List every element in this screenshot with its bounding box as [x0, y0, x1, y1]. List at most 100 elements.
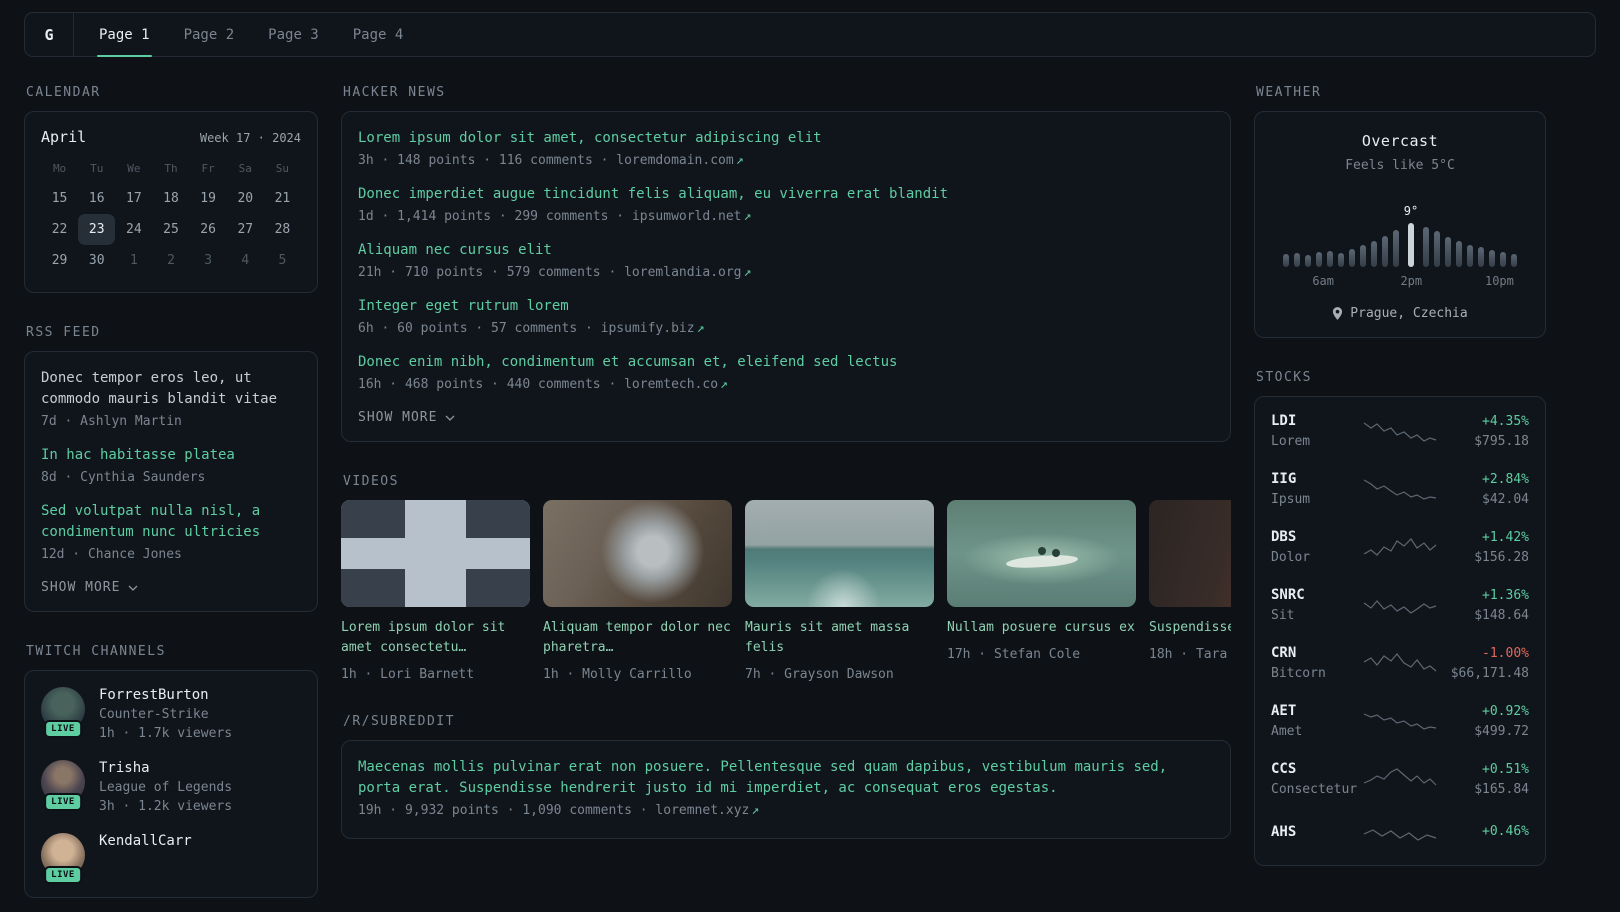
twitch-channel[interactable]: LIVE Trisha League of Legends 3h · 1.2k …	[41, 760, 301, 814]
hn-item-title[interactable]: Donec imperdiet augue tincidunt felis al…	[358, 184, 1214, 205]
weather-time-label: 10pm	[1484, 274, 1514, 288]
video-thumbnail[interactable]	[947, 500, 1136, 607]
tab[interactable]: Page 3	[251, 13, 336, 56]
video-title[interactable]: Aliquam tempor dolor nec pharetra…	[543, 618, 732, 658]
subreddit-widget: /R/SUBREDDIT Maecenas mollis pulvinar er…	[341, 714, 1231, 839]
tab[interactable]: Page 1	[82, 13, 167, 57]
hn-domain-link[interactable]: ipsumify.biz ↗	[601, 321, 705, 336]
hn-domain-link[interactable]: ipsumworld.net ↗	[632, 209, 751, 224]
twitch-widget: TWITCH CHANNELS LIVE ForrestBurton Count…	[24, 644, 318, 898]
video-meta: 18h · Tara	[1149, 647, 1228, 662]
weather-hourly-chart: 9°	[1271, 191, 1529, 267]
hn-show-more-button[interactable]: SHOW MORE	[358, 410, 455, 425]
weather-bar-column	[1293, 253, 1300, 267]
hn-item-title[interactable]: Aliquam nec cursus elit	[358, 240, 1214, 261]
weather-bar-column	[1489, 250, 1496, 267]
video-card[interactable]: Lorem ipsum dolor sit amet consectetu… 1…	[341, 500, 530, 682]
twitch-channel[interactable]: LIVE ForrestBurton Counter-Strike 1h · 1…	[41, 687, 301, 741]
hn-domain-link[interactable]: loremlandia.org ↗	[624, 265, 751, 280]
hn-item-title[interactable]: Integer eget rutrum lorem	[358, 296, 1214, 317]
calendar-day: 25	[163, 222, 179, 237]
stock-symbol: CCS	[1271, 761, 1297, 777]
weather-widget: WEATHER Overcast Feels like 5°C 9° 6am 2…	[1254, 85, 1546, 338]
stock-right: +2.84% $42.04	[1438, 472, 1529, 507]
video-meta: 17h · Stefan Cole	[947, 647, 1081, 662]
middle-column: HACKER NEWS Lorem ipsum dolor sit amet, …	[341, 85, 1231, 839]
weather-time-label: 6am	[1312, 274, 1334, 288]
weather-bar	[1370, 241, 1377, 267]
rss-show-more-button[interactable]: SHOW MORE	[41, 580, 138, 595]
channel-name[interactable]: Trisha	[99, 760, 232, 776]
hn-list: Lorem ipsum dolor sit amet, consectetur …	[358, 128, 1214, 392]
stock-sparkline	[1362, 819, 1438, 849]
video-title[interactable]: Suspendisse diam	[1149, 618, 1231, 638]
hn-domain-link[interactable]: loremdomain.com ↗	[616, 153, 743, 168]
chevron-down-icon	[445, 415, 455, 421]
stock-price: $165.84	[1474, 781, 1529, 797]
video-thumbnail[interactable]	[1149, 500, 1231, 607]
video-thumbnail[interactable]	[543, 500, 732, 607]
stocks-card: LDI Lorem +4.35% $795.18 IIG Ipsum +2.84…	[1254, 396, 1546, 866]
stock-sparkline	[1362, 590, 1438, 620]
hn-domain-link[interactable]: loremtech.co ↗	[624, 377, 728, 392]
post-domain-link[interactable]: loremnet.xyz ↗	[655, 803, 759, 818]
calendar-day: 2	[167, 253, 175, 268]
video-card[interactable]: Aliquam tempor dolor nec pharetra… 1h · …	[543, 500, 732, 682]
stock-row[interactable]: AHS +0.46%	[1271, 819, 1529, 849]
stock-row[interactable]: DBS Dolor +1.42% $156.28	[1271, 529, 1529, 565]
rss-item-meta: 8d · Cynthia Saunders	[41, 470, 206, 485]
channel-name[interactable]: ForrestBurton	[99, 687, 232, 703]
channel-info: Trisha League of Legends 3h · 1.2k viewe…	[99, 760, 232, 814]
live-badge: LIVE	[44, 720, 82, 738]
hn-item-title[interactable]: Donec enim nibh, condimentum et accumsan…	[358, 352, 1214, 373]
video-card[interactable]: Suspendisse diam 18h · Tara	[1149, 500, 1231, 682]
chevron-down-icon	[128, 585, 138, 591]
calendar-day: 4	[241, 253, 250, 268]
video-title[interactable]: Lorem ipsum dolor sit amet consectetu…	[341, 618, 530, 658]
rss-item-title[interactable]: Sed volutpat nulla nisl, a condimentum n…	[41, 501, 301, 543]
stock-row[interactable]: CRN Bitcorn -1.00% $66,171.48	[1271, 645, 1529, 681]
video-thumbnail[interactable]	[341, 500, 530, 607]
video-card[interactable]: Nullam posuere cursus ex 17h · Stefan Co…	[947, 500, 1136, 682]
hn-item-meta: 21h · 710 points · 579 comments · loreml…	[358, 265, 1214, 280]
hn-item-title[interactable]: Lorem ipsum dolor sit amet, consectetur …	[358, 128, 1214, 149]
tab[interactable]: Page 2	[167, 13, 252, 56]
stock-left: AHS	[1271, 824, 1362, 845]
weather-bar	[1315, 252, 1322, 267]
stock-row[interactable]: LDI Lorem +4.35% $795.18	[1271, 413, 1529, 449]
stock-row[interactable]: IIG Ipsum +2.84% $42.04	[1271, 471, 1529, 507]
post-title[interactable]: Maecenas mollis pulvinar erat non posuer…	[358, 757, 1214, 799]
calendar-day: 18	[163, 191, 179, 206]
channel-name[interactable]: KendallCarr	[99, 833, 192, 849]
stock-row[interactable]: CCS Consectetur +0.51% $165.84	[1271, 761, 1529, 797]
stock-name: Dolor	[1271, 550, 1311, 565]
stock-sparkline	[1362, 416, 1438, 446]
stock-row[interactable]: AET Amet +0.92% $499.72	[1271, 703, 1529, 739]
calendar-day-headers: Mo Tu We Th Fr Sa Su	[41, 158, 301, 183]
weather-bar: 9°	[1404, 204, 1418, 267]
hn-item-stats: 6h · 60 points · 57 comments ·	[358, 321, 593, 336]
channel-category: Counter-Strike	[99, 707, 209, 722]
video-title[interactable]: Nullam posuere cursus ex	[947, 618, 1136, 638]
video-thumbnail[interactable]	[745, 500, 934, 607]
logo[interactable]: G	[25, 13, 74, 56]
tab[interactable]: Page 4	[336, 13, 421, 56]
video-card[interactable]: Mauris sit amet massa felis 7h · Grayson…	[745, 500, 934, 682]
stock-change: +2.84%	[1482, 471, 1529, 487]
rss-item-title[interactable]: In hac habitasse platea	[41, 445, 301, 466]
stock-price: $148.64	[1474, 607, 1529, 623]
stock-left: SNRC Sit	[1271, 587, 1362, 623]
rss-item-meta: 12d · Chance Jones	[41, 547, 182, 562]
stock-symbol: LDI	[1271, 413, 1297, 429]
stock-symbol: DBS	[1271, 529, 1297, 545]
rss-item-title[interactable]: Donec tempor eros leo, ut commodo mauris…	[41, 368, 301, 410]
weather-bar-column	[1326, 251, 1333, 267]
video-title[interactable]: Mauris sit amet massa felis	[745, 618, 934, 658]
stock-right: +1.42% $156.28	[1438, 530, 1529, 565]
weather-bar	[1423, 227, 1430, 267]
calendar-day: 15	[51, 191, 68, 206]
twitch-channel[interactable]: LIVE KendallCarr	[41, 833, 301, 884]
weather-bar-label: 9°	[1403, 204, 1419, 218]
stock-symbol: AET	[1271, 703, 1297, 719]
stock-row[interactable]: SNRC Sit +1.36% $148.64	[1271, 587, 1529, 623]
